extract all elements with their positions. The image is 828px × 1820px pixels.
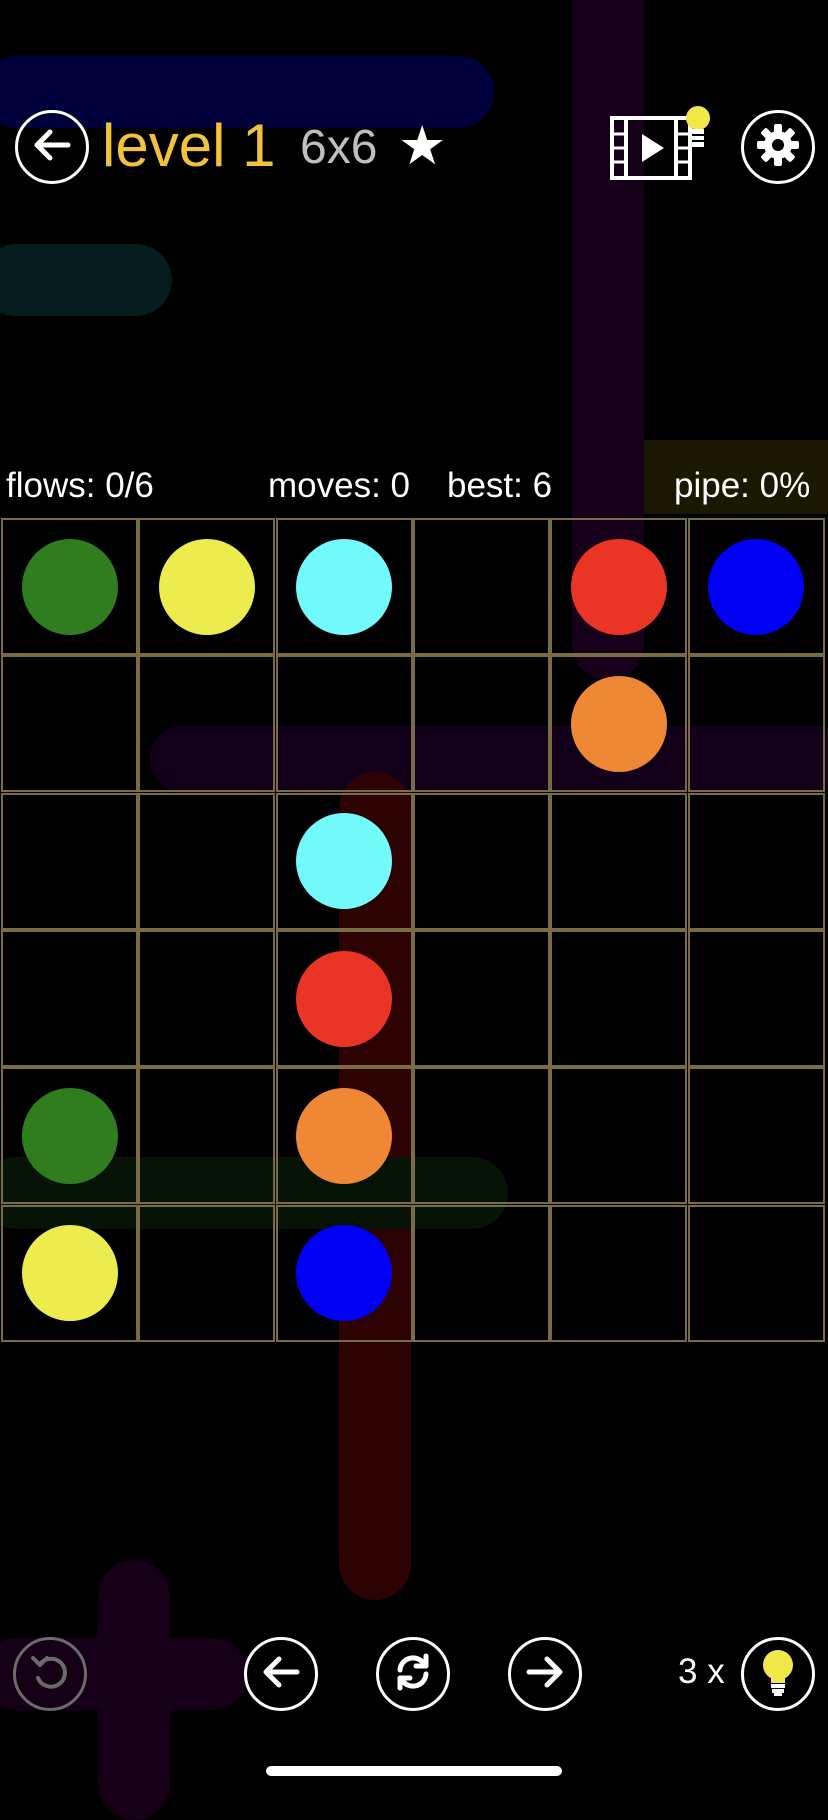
undo-icon: [28, 1650, 72, 1699]
board-cell[interactable]: [688, 655, 825, 792]
yellow-dot[interactable]: [22, 1225, 118, 1321]
board-cell[interactable]: [413, 1205, 550, 1342]
board-cell[interactable]: [138, 1067, 275, 1204]
board-cell[interactable]: [550, 1067, 687, 1204]
hint-count: 3 x: [678, 1652, 725, 1691]
orange-dot[interactable]: [296, 1088, 392, 1184]
video-hint-icon: [608, 106, 710, 194]
board-cell[interactable]: [550, 793, 687, 930]
undo-button[interactable]: [13, 1637, 87, 1711]
home-indicator: [266, 1766, 562, 1776]
hint-button[interactable]: [741, 1637, 815, 1711]
blue-dot[interactable]: [708, 539, 804, 635]
arrow-left-icon: [259, 1650, 303, 1699]
settings-button[interactable]: [741, 110, 815, 184]
star-icon: ★: [398, 116, 447, 176]
pipe-percent: pipe: 0%: [674, 466, 811, 505]
red-dot[interactable]: [571, 539, 667, 635]
board-cell[interactable]: [413, 655, 550, 792]
orange-dot[interactable]: [571, 676, 667, 772]
game-board[interactable]: [1, 518, 825, 1342]
flows-count: flows: 0/6: [6, 466, 154, 505]
board-cell[interactable]: [413, 518, 550, 655]
arrow-right-icon: [523, 1650, 567, 1699]
board-cell[interactable]: [688, 1205, 825, 1342]
green-dot[interactable]: [22, 1088, 118, 1184]
cyan-dot[interactable]: [296, 539, 392, 635]
restart-button[interactable]: [376, 1637, 450, 1711]
best-count: best: 6: [447, 466, 553, 505]
back-button[interactable]: [15, 110, 89, 184]
board-cell[interactable]: [138, 930, 275, 1067]
top-bar: level 1 6x6 ★: [0, 100, 828, 195]
previous-level-button[interactable]: [244, 1637, 318, 1711]
board-cell[interactable]: [413, 930, 550, 1067]
board-cell[interactable]: [688, 793, 825, 930]
board-cell[interactable]: [1, 655, 138, 792]
green-dot[interactable]: [22, 539, 118, 635]
blue-dot[interactable]: [296, 1225, 392, 1321]
board-cell[interactable]: [550, 930, 687, 1067]
board-cell[interactable]: [1, 930, 138, 1067]
board-cell[interactable]: [413, 1067, 550, 1204]
bottom-bar: 3 x: [0, 1632, 828, 1716]
level-title: level 1: [102, 112, 276, 179]
board-cell[interactable]: [276, 655, 413, 792]
board-cell[interactable]: [138, 655, 275, 792]
moves-count: moves: 0: [268, 466, 410, 505]
board-cell[interactable]: [688, 1067, 825, 1204]
grid-size-label: 6x6: [300, 121, 378, 174]
gear-icon: [755, 122, 801, 173]
board-cell[interactable]: [138, 1205, 275, 1342]
board-cell[interactable]: [138, 793, 275, 930]
video-hint-button[interactable]: [608, 104, 710, 190]
board-cell[interactable]: [413, 793, 550, 930]
yellow-dot[interactable]: [159, 539, 255, 635]
board-cell[interactable]: [1, 793, 138, 930]
next-level-button[interactable]: [508, 1637, 582, 1711]
red-dot[interactable]: [296, 951, 392, 1047]
arrow-left-icon: [30, 123, 74, 172]
board-cell[interactable]: [688, 930, 825, 1067]
background-pipe: [0, 244, 172, 316]
restart-icon: [391, 1650, 435, 1699]
cyan-dot[interactable]: [296, 813, 392, 909]
lightbulb-icon: [756, 1647, 800, 1702]
board-cell[interactable]: [550, 1205, 687, 1342]
